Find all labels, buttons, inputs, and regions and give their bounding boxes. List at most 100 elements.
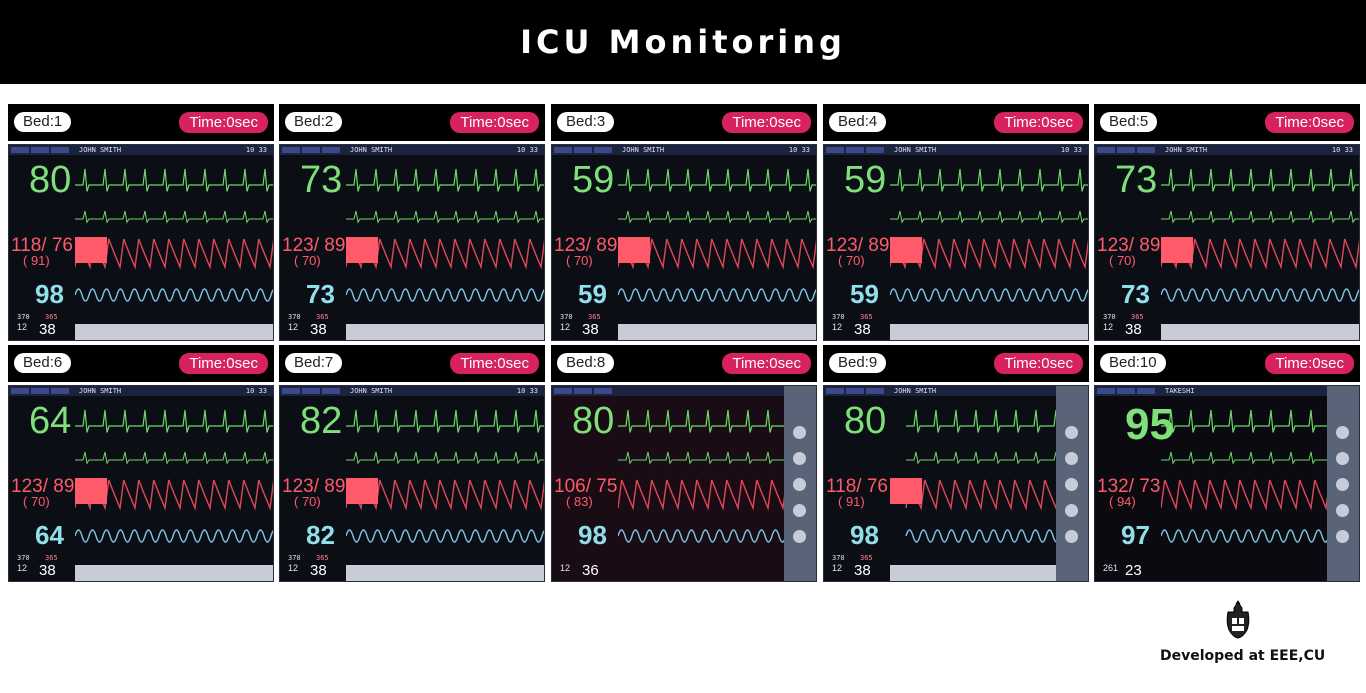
ecg-waveform <box>346 409 544 433</box>
mean-arterial-pressure: ( 70) <box>294 253 321 268</box>
elapsed-time-badge: Time:0sec <box>994 353 1083 374</box>
respiration-value: 38 <box>39 562 56 579</box>
bed-label: Bed:1 <box>14 112 72 132</box>
param-readout-3: 12 <box>17 322 28 332</box>
capnography-strip <box>346 565 544 581</box>
respiration-value: 38 <box>310 321 327 338</box>
monitor-screen[interactable]: JOHN SMITH 10 33 82 123/ 89 ( 70) 82 370… <box>279 385 545 582</box>
bed-label: Bed:4 <box>829 112 887 132</box>
mean-arterial-pressure: ( 91) <box>23 253 50 268</box>
patient-name: JOHN SMITH <box>79 146 122 154</box>
bed-label: Bed:6 <box>14 353 72 373</box>
heart-rate-value: 80 <box>572 400 615 442</box>
mean-arterial-pressure: ( 83) <box>566 494 593 509</box>
patient-name: JOHN SMITH <box>350 146 393 154</box>
monitor-menu-strip <box>9 386 273 396</box>
bed-card[interactable]: Bed:4 Time:0sec JOHN SMITH 10 33 59 123/… <box>823 104 1089 341</box>
spo2-value: 59 <box>578 279 607 309</box>
bed-card[interactable]: Bed:6 Time:0sec JOHN SMITH 10 33 64 123/… <box>8 345 274 582</box>
param-readout-2: 365 <box>45 313 58 321</box>
monitor-clock: 10 33 <box>1331 146 1353 154</box>
monitor-screen[interactable]: JOHN SMITH 10 33 80 118/ 76 ( 91) 98 370… <box>823 385 1089 582</box>
spo2-value: 98 <box>850 520 879 550</box>
bed-card[interactable]: Bed:2 Time:0sec JOHN SMITH 10 33 73 123/… <box>279 104 545 341</box>
bed-label: Bed:3 <box>557 112 615 132</box>
capnography-strip <box>890 324 1088 340</box>
capnography-strip <box>618 324 816 340</box>
param-readout-1: 370 <box>288 554 301 562</box>
bed-label: Bed:8 <box>557 353 615 373</box>
param-readout-2: 365 <box>316 313 329 321</box>
capnography-strip <box>75 565 273 581</box>
bed-card[interactable]: Bed:8 Time:0sec 19:39 80 106/ 75 ( 83) 9… <box>551 345 817 582</box>
pleth-waveform <box>346 288 544 302</box>
mean-arterial-pressure: ( 70) <box>566 253 593 268</box>
mean-arterial-pressure: ( 70) <box>23 494 50 509</box>
ecg-waveform <box>346 168 544 192</box>
pleth-waveform <box>75 529 273 543</box>
param-readout-1: 370 <box>288 313 301 321</box>
capnography-strip <box>346 324 544 340</box>
param-readout-2: 365 <box>1131 313 1144 321</box>
bed-card[interactable]: Bed:9 Time:0sec JOHN SMITH 10 33 80 118/… <box>823 345 1089 582</box>
monitor-clock: 10 33 <box>788 146 810 154</box>
monitor-menu-strip <box>552 386 816 396</box>
spo2-value: 64 <box>35 520 64 550</box>
param-readout-3: 12 <box>1103 322 1114 332</box>
spo2-value: 73 <box>306 279 335 309</box>
ecg-waveform-2 <box>75 451 273 465</box>
heart-rate-value: 80 <box>844 400 887 442</box>
elapsed-time-badge: Time:0sec <box>179 112 268 133</box>
param-readout-1: 370 <box>832 313 845 321</box>
heart-rate-value: 82 <box>300 400 343 442</box>
bed-header-bar: Bed:2 Time:0sec <box>279 104 545 141</box>
bed-card[interactable]: Bed:7 Time:0sec JOHN SMITH 10 33 82 123/… <box>279 345 545 582</box>
page-title: ICU Monitoring <box>520 23 846 61</box>
bed-card[interactable]: Bed:5 Time:0sec JOHN SMITH 10 33 73 123/… <box>1094 104 1360 341</box>
patient-name: JOHN SMITH <box>350 387 393 395</box>
param-readout-3: 12 <box>17 563 28 573</box>
monitor-screen[interactable]: JOHN SMITH 10 33 73 123/ 89 ( 70) 73 370… <box>279 144 545 341</box>
monitor-menu-strip <box>9 145 273 155</box>
bed-header-bar: Bed:4 Time:0sec <box>823 104 1089 141</box>
alarm-indicator <box>75 237 107 263</box>
spo2-value: 98 <box>35 279 64 309</box>
bed-card[interactable]: Bed:1 Time:0sec JOHN SMITH 10 33 80 118/… <box>8 104 274 341</box>
monitor-screen[interactable]: JOHN SMITH 10 33 73 123/ 89 ( 70) 73 370… <box>1094 144 1360 341</box>
monitor-screen[interactable]: JOHN SMITH 10 33 59 123/ 89 ( 70) 59 370… <box>551 144 817 341</box>
respiration-value: 38 <box>1125 321 1142 338</box>
monitor-clock: 10 33 <box>516 146 538 154</box>
elapsed-time-badge: Time:0sec <box>179 353 268 374</box>
patient-name: TAKESHI <box>1165 387 1195 395</box>
capnography-strip <box>75 324 273 340</box>
bed-card[interactable]: Bed:3 Time:0sec JOHN SMITH 10 33 59 123/… <box>551 104 817 341</box>
elapsed-time-badge: Time:0sec <box>1265 112 1354 133</box>
ecg-waveform-2 <box>75 210 273 224</box>
monitor-clock: 10 33 <box>245 146 267 154</box>
monitor-screen[interactable]: JOHN SMITH 10 33 80 118/ 76 ( 91) 98 370… <box>8 144 274 341</box>
alarm-indicator <box>1161 237 1193 263</box>
elapsed-time-badge: Time:0sec <box>994 112 1083 133</box>
param-readout-1: 370 <box>17 554 30 562</box>
monitor-screen[interactable]: TAKESHI 13:22 95 132/ 73 ( 94) 97 261 23 <box>1094 385 1360 582</box>
monitor-screen[interactable]: 19:39 80 106/ 75 ( 83) 98 12 36 <box>551 385 817 582</box>
monitor-screen[interactable]: JOHN SMITH 10 33 64 123/ 89 ( 70) 64 370… <box>8 385 274 582</box>
app-header: ICU Monitoring <box>0 0 1366 84</box>
heart-rate-value: 59 <box>844 159 887 201</box>
monitor-screen[interactable]: JOHN SMITH 10 33 59 123/ 89 ( 70) 59 370… <box>823 144 1089 341</box>
spo2-value: 59 <box>850 279 879 309</box>
monitor-clock: 10 33 <box>516 387 538 395</box>
pleth-waveform <box>1161 288 1359 302</box>
patient-name: JOHN SMITH <box>79 387 122 395</box>
ecg-waveform <box>75 168 273 192</box>
monitor-side-panel <box>1056 386 1088 581</box>
param-readout-3: 12 <box>832 563 843 573</box>
mean-arterial-pressure: ( 94) <box>1109 494 1136 509</box>
respiration-value: 23 <box>1125 562 1142 579</box>
bed-card[interactable]: Bed:10 Time:0sec TAKESHI 13:22 95 132/ 7… <box>1094 345 1360 582</box>
monitor-menu-strip <box>824 145 1088 155</box>
param-readout-3: 12 <box>288 563 299 573</box>
patient-name: JOHN SMITH <box>622 146 665 154</box>
elapsed-time-badge: Time:0sec <box>450 112 539 133</box>
monitor-menu-strip <box>1095 386 1359 396</box>
